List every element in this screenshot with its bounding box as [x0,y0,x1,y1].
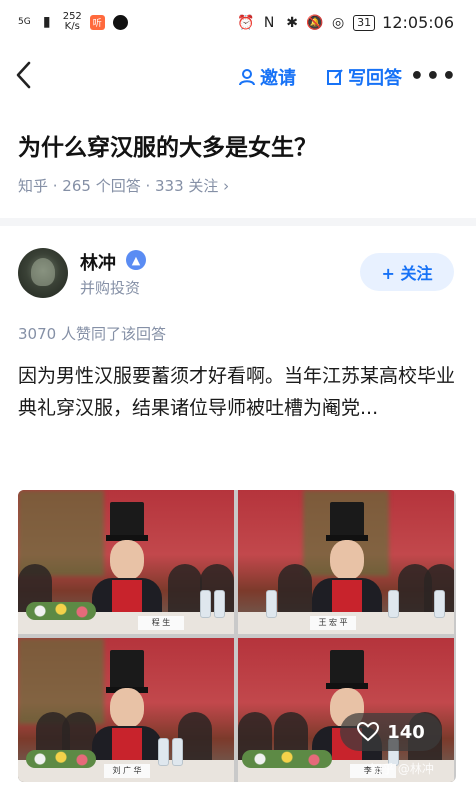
battery-indicator: 31 [353,14,376,31]
qq-icon [112,14,128,30]
avatar[interactable] [18,248,68,298]
photo-cell: 程 生 [18,490,234,634]
back-button[interactable] [14,60,44,94]
signal-indicator: 5G [18,16,31,27]
vote-count: 3070 人赞同了该回答 [18,325,166,343]
status-right: ⏰ N ✱ 🔕 ◎ 31 12:05:06 [237,13,454,32]
back-arrow-icon [16,61,31,89]
mute-icon: 🔕 [306,14,324,31]
status-left: 5G ▮ 252 K/s 听 [18,12,128,32]
person-icon [239,69,255,86]
write-answer-button[interactable]: 写回答 [326,64,402,90]
nameplate: 程 生 [138,616,184,630]
question-title[interactable]: 为什么穿汉服的大多是女生？ [18,128,317,162]
like-count: 140 [387,721,425,743]
image-watermark: 知乎 @林冲 [370,762,434,776]
status-bar: 5G ▮ 252 K/s 听 ⏰ N ✱ 🔕 ◎ 31 12:05:06 [0,0,476,46]
like-button[interactable]: 140 [340,713,442,751]
nfc-icon: N [263,14,275,31]
author-bio: 并购投资 [80,279,141,297]
author-name[interactable]: 林冲 [80,249,116,275]
alarm-icon: ⏰ [237,14,255,31]
clock: 12:05:06 [382,13,454,32]
photo-cell: 刘 广 华 [18,638,234,782]
invite-label: 邀请 [260,68,296,89]
invite-button[interactable]: 邀请 [238,64,296,90]
notification-app-icon: 听 [89,14,105,30]
photo-cell: 王 宏 平 [238,490,454,634]
bluetooth-icon: ✱ [286,14,298,31]
data-saver-icon: ◎ [332,14,345,31]
verified-badge-icon: ▲ [126,250,146,270]
network-speed: 252 K/s [63,12,82,32]
question-meta[interactable]: 知乎 · 265 个回答 · 333 关注 › [18,175,229,196]
signal-bars-icon: ▮ [42,14,51,30]
write-answer-label: 写回答 [348,68,402,89]
more-button[interactable]: ••• [410,64,458,89]
nameplate: 刘 广 华 [104,764,150,778]
heart-icon [357,722,380,742]
network-speed-unit: K/s [64,21,80,32]
section-divider [0,218,476,226]
nameplate: 王 宏 平 [310,616,356,630]
edit-icon [327,69,343,85]
answer-excerpt[interactable]: 因为男性汉服要蓄须才好看啊。当年江苏某高校毕业典礼穿汉服，结果诸位导师被吐槽为阉… [18,360,458,424]
follow-button[interactable]: + 关注 [360,253,454,291]
